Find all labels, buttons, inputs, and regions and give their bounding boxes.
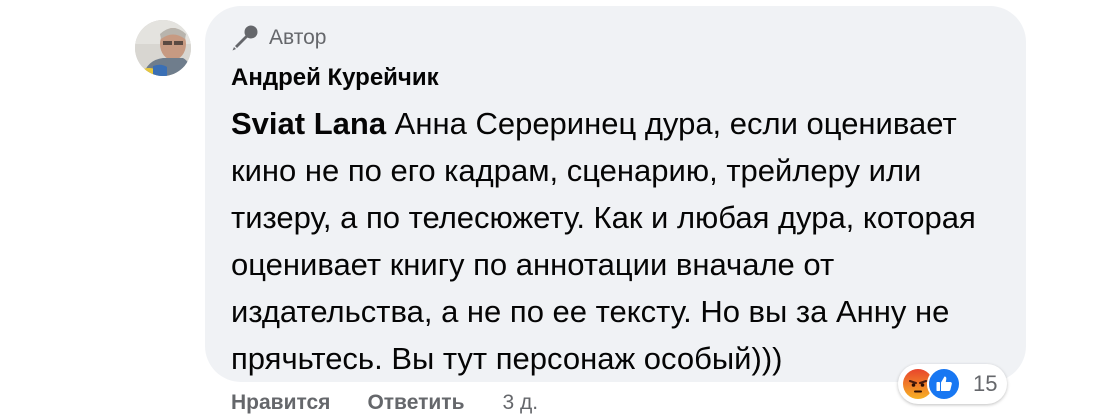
author-badge: Автор	[231, 24, 326, 52]
microphone-icon	[232, 25, 258, 51]
author-badge-label: Автор	[269, 26, 327, 49]
comment-actions: Нравится Ответить 3 д.	[231, 391, 538, 415]
comment-body: Анна Сереринец дура, если оценивает кино…	[231, 106, 976, 376]
like-button[interactable]: Нравится	[231, 391, 330, 415]
avatar-image	[135, 20, 191, 76]
author-avatar[interactable]	[135, 20, 191, 76]
comment-bubble: Автор Андрей Курейчик Sviat Lana Анна Се…	[205, 6, 1026, 382]
comment-author-name[interactable]: Андрей Курейчик	[231, 64, 439, 92]
comment-timestamp[interactable]: 3 д.	[502, 391, 538, 415]
comment-text: Sviat Lana Анна Сереринец дура, если оце…	[231, 100, 1006, 382]
reactions-summary[interactable]: 15	[898, 364, 1008, 404]
reaction-count: 15	[973, 371, 998, 396]
mention-link[interactable]: Sviat Lana	[231, 106, 386, 141]
reply-button[interactable]: Ответить	[367, 391, 464, 415]
like-icon	[927, 367, 961, 401]
